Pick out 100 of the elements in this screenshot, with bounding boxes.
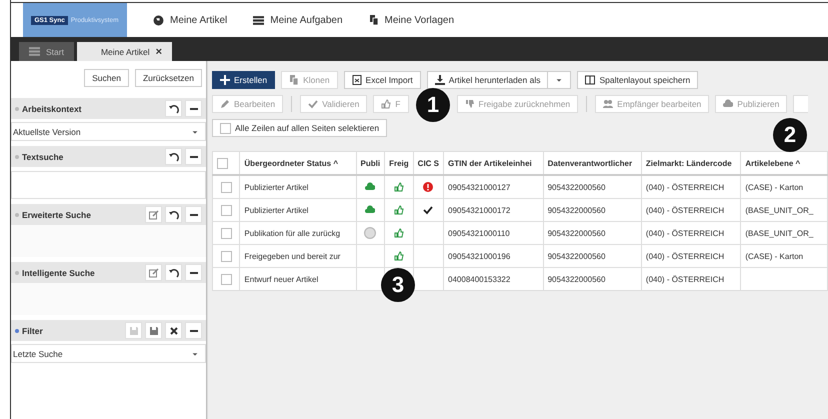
check-icon bbox=[308, 99, 318, 109]
select-all-button[interactable]: Alle Zeilen auf allen Seiten selektieren bbox=[212, 119, 388, 137]
sidebar-button[interactable]: Zurücksetzen bbox=[134, 69, 202, 87]
table-cell: (CASE) - Karton bbox=[740, 244, 828, 268]
checkbox[interactable] bbox=[220, 274, 232, 284]
nav-link[interactable]: Meine Aufgaben bbox=[253, 3, 343, 37]
cloud-icon bbox=[365, 205, 376, 215]
tool-button[interactable] bbox=[165, 206, 182, 223]
edit-icon bbox=[148, 210, 158, 220]
column-header[interactable]: GTIN der Artikeleinhei bbox=[444, 152, 544, 175]
section-title: Erweiterte Suche bbox=[22, 210, 92, 220]
list-icon bbox=[253, 14, 264, 26]
tab[interactable]: Meine Artikel × bbox=[76, 42, 172, 61]
thumbs-up-icon bbox=[381, 99, 392, 109]
table-cell: Publikation für alle zurückg bbox=[240, 222, 356, 244]
section-title: Filter bbox=[22, 326, 44, 336]
undo-icon bbox=[168, 104, 178, 114]
table-cell: Publizierter Artikel bbox=[240, 175, 356, 198]
table-cell: (BASE_UNIT_OR_ bbox=[740, 198, 828, 222]
undo-icon bbox=[168, 210, 178, 220]
table-cell: (040) - ÖSTERREICH bbox=[641, 198, 741, 222]
table-cell: (040) - ÖSTERREICH bbox=[641, 222, 741, 244]
table-cell: (040) - ÖSTERREICH bbox=[641, 268, 741, 290]
thumbs-up-icon bbox=[394, 228, 404, 238]
section-title: Textsuche bbox=[22, 152, 64, 162]
cloud-icon bbox=[723, 99, 734, 109]
list-icon bbox=[29, 46, 40, 57]
table-cell: 09054321000196 bbox=[444, 244, 544, 268]
tool-button[interactable] bbox=[185, 206, 202, 223]
close-icon bbox=[168, 326, 178, 336]
tool-button[interactable] bbox=[185, 148, 202, 165]
table-cell: 09054321000127 bbox=[444, 175, 544, 198]
pencil-icon bbox=[220, 99, 230, 109]
column-header[interactable]: CIC S bbox=[413, 152, 444, 175]
column-header[interactable]: Übergeordneter Status ^ bbox=[240, 152, 356, 175]
download-icon bbox=[434, 75, 445, 85]
sidebar-button[interactable]: Suchen bbox=[84, 69, 129, 87]
table-cell: Entwurf neuer Artikel bbox=[240, 268, 356, 290]
thumbs-down-icon bbox=[464, 99, 474, 109]
column-header[interactable]: Freig bbox=[384, 152, 414, 175]
copy-icon bbox=[289, 75, 300, 85]
table-cell: 9054322000560 bbox=[543, 198, 642, 222]
section-title: Arbeitskontext bbox=[22, 104, 83, 114]
plus-icon bbox=[220, 75, 230, 85]
section-title: Intelligente Suche bbox=[22, 268, 96, 278]
table-cell: 9054322000560 bbox=[543, 244, 642, 268]
file-icon bbox=[352, 75, 362, 85]
save-icon bbox=[148, 326, 158, 336]
table-cell: Freigegeben und bereit zur bbox=[240, 244, 356, 268]
tool-button[interactable] bbox=[165, 148, 182, 165]
undo-icon bbox=[168, 268, 178, 278]
table-cell: (BASE_UNIT_OR_ bbox=[740, 222, 828, 244]
thumbs-up-icon bbox=[394, 182, 404, 192]
column-header[interactable]: Artikelebene ^ bbox=[740, 152, 828, 175]
error-icon bbox=[423, 182, 434, 192]
checkbox[interactable] bbox=[220, 204, 232, 216]
circle-icon bbox=[364, 227, 376, 239]
tool-button[interactable] bbox=[185, 322, 202, 339]
toolbar-button[interactable]: Erstellen bbox=[212, 71, 276, 89]
table-cell: (CASE) - Karton bbox=[740, 175, 828, 198]
save-icon bbox=[128, 326, 138, 336]
table-cell: 9054322000560 bbox=[543, 175, 642, 198]
close-icon[interactable]: × bbox=[156, 46, 162, 58]
table-cell: 09054321000172 bbox=[444, 198, 544, 222]
toolbar-button[interactable]: Excel Import bbox=[344, 71, 421, 89]
copy-icon bbox=[368, 15, 379, 25]
globe-icon bbox=[153, 14, 164, 26]
nav-link[interactable]: Meine Vorlagen bbox=[368, 3, 454, 37]
table-cell: 04008400153322 bbox=[444, 268, 544, 290]
column-header[interactable]: Publi bbox=[356, 152, 385, 175]
column-header[interactable]: Datenverantwortlicher bbox=[543, 152, 642, 175]
select-field[interactable]: Aktuellste Version bbox=[11, 122, 206, 141]
columns-icon bbox=[585, 75, 596, 85]
check-icon bbox=[423, 205, 434, 215]
cloud-icon bbox=[365, 182, 376, 192]
column-header[interactable]: Zielmarkt: Ländercode bbox=[641, 152, 741, 175]
edit-icon bbox=[148, 268, 158, 278]
thumbs-up-icon bbox=[394, 251, 404, 261]
table-cell: 9054322000560 bbox=[543, 268, 642, 290]
table-cell: (040) - ÖSTERREICH bbox=[641, 175, 741, 198]
table-cell: (040) - ÖSTERREICH bbox=[641, 244, 741, 268]
input-field[interactable] bbox=[11, 171, 206, 199]
toolbar-button[interactable]: Spaltenlayout speichern bbox=[577, 71, 698, 89]
tool-button[interactable] bbox=[165, 100, 182, 117]
checkbox[interactable] bbox=[220, 250, 232, 262]
nav-link[interactable]: Meine Artikel bbox=[153, 3, 228, 37]
checkbox[interactable] bbox=[220, 122, 231, 134]
checkbox[interactable] bbox=[220, 228, 232, 238]
checkbox[interactable] bbox=[217, 158, 228, 168]
tool-button[interactable] bbox=[165, 264, 182, 281]
download-button[interactable]: Artikel herunterladen als bbox=[426, 71, 548, 89]
thumbs-up-icon bbox=[394, 205, 404, 215]
tool-button[interactable] bbox=[165, 322, 182, 339]
checkbox[interactable] bbox=[220, 182, 232, 192]
tool-button[interactable] bbox=[185, 264, 202, 281]
select-field[interactable]: Letzte Suche bbox=[11, 344, 206, 363]
tool-button[interactable] bbox=[185, 100, 202, 117]
table-cell: Publizierter Artikel bbox=[240, 198, 356, 222]
tab[interactable]: Start bbox=[19, 42, 74, 61]
table-cell: 9054322000560 bbox=[543, 222, 642, 244]
